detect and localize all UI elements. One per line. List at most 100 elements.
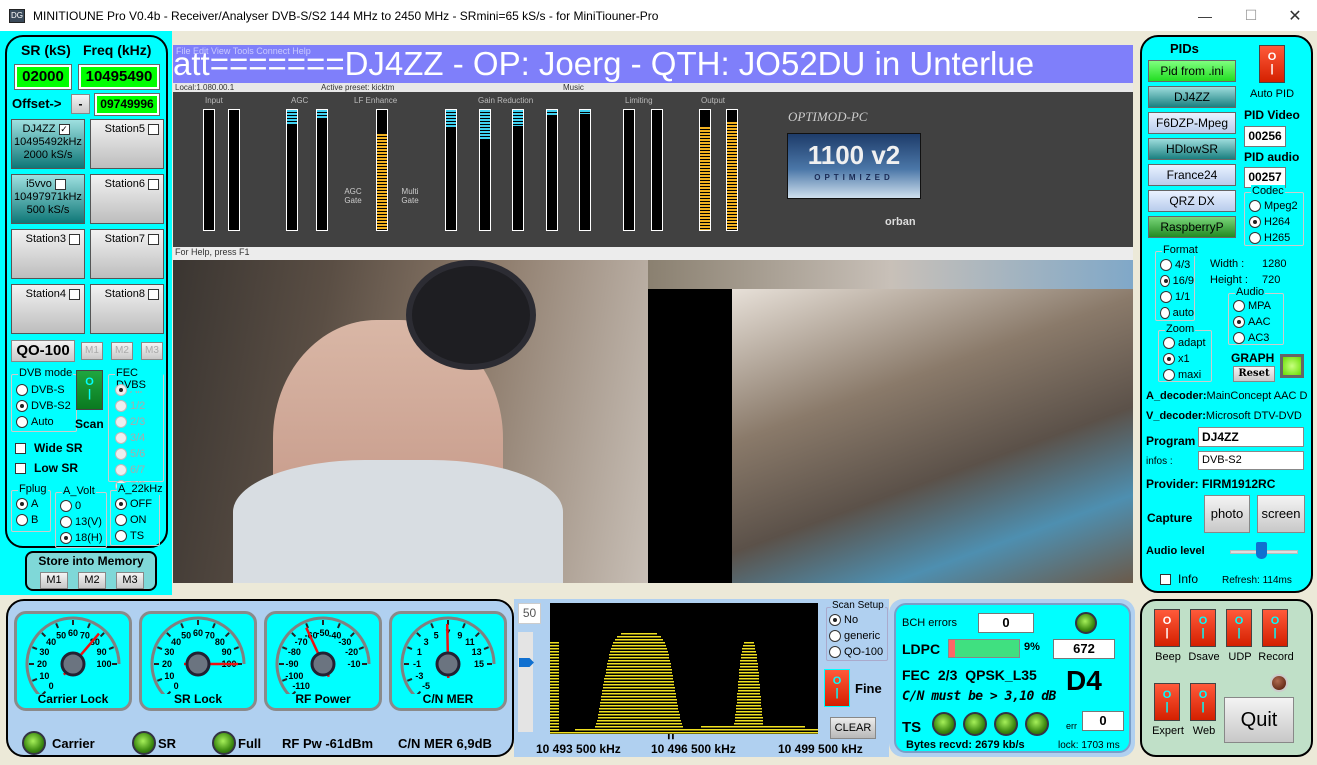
mem-button-1[interactable]: M1 bbox=[81, 342, 103, 360]
fecopts-option-2[interactable]: 2/3 bbox=[115, 414, 163, 430]
graph-led[interactable] bbox=[1280, 354, 1304, 378]
station-checkbox[interactable] bbox=[148, 233, 159, 245]
store-m3-button[interactable]: M3 bbox=[116, 572, 144, 589]
station-checkbox[interactable] bbox=[148, 288, 159, 300]
screen-button[interactable]: screen bbox=[1257, 495, 1305, 533]
freq-input[interactable]: 10495490 bbox=[78, 64, 160, 90]
toggle-beep[interactable]: O | bbox=[1154, 609, 1180, 647]
photo-button[interactable]: photo bbox=[1204, 495, 1250, 533]
station-button-3[interactable]: Station3 bbox=[11, 229, 85, 279]
qo100-button[interactable]: QO-100 bbox=[11, 340, 75, 362]
dvbmode-option-2[interactable]: Auto bbox=[16, 414, 76, 430]
fecopts-option-1[interactable]: 1/2 bbox=[115, 398, 163, 414]
info-checkbox[interactable]: Info bbox=[1160, 572, 1198, 586]
scansetup-option-1[interactable]: generic bbox=[829, 628, 887, 644]
radio-icon bbox=[16, 498, 28, 510]
audio-level-thumb[interactable] bbox=[1255, 542, 1267, 559]
codec-option-2[interactable]: H265 bbox=[1249, 230, 1303, 246]
zoomopt-option-2[interactable]: maxi bbox=[1163, 367, 1211, 383]
store-m1-button[interactable]: M1 bbox=[40, 572, 68, 589]
station-checkbox[interactable]: ✓ bbox=[58, 123, 70, 135]
a22-option-2[interactable]: TS bbox=[115, 528, 159, 544]
toggle-udp[interactable]: O | bbox=[1226, 609, 1252, 647]
avolt-option-0[interactable]: 0 bbox=[60, 498, 106, 514]
scansetup-option-2[interactable]: QO-100 bbox=[829, 644, 887, 660]
spectrum-display[interactable] bbox=[550, 603, 818, 734]
scansetup-option-0[interactable]: No bbox=[829, 612, 887, 628]
dvbmode-option-0[interactable]: DVB-S bbox=[16, 382, 76, 398]
audiocodec-option-1[interactable]: AAC bbox=[1233, 314, 1283, 330]
auto-pid-toggle[interactable]: O | bbox=[1259, 45, 1285, 83]
fecopts-option-3[interactable]: 3/4 bbox=[115, 430, 163, 446]
scan-toggle[interactable]: O | bbox=[76, 370, 103, 410]
program-field[interactable]: DJ4ZZ bbox=[1198, 427, 1304, 447]
toggle-web[interactable]: O | bbox=[1190, 683, 1216, 721]
pid-video-input[interactable]: 00256 bbox=[1244, 126, 1286, 147]
gauge-tick bbox=[224, 632, 230, 638]
close-button[interactable]: ✕ bbox=[1272, 0, 1317, 31]
low-sr-checkbox[interactable]: Low SR bbox=[15, 461, 78, 475]
maximize-button[interactable]: ☐ bbox=[1228, 0, 1274, 31]
pid-preset-button[interactable]: DJ4ZZ bbox=[1148, 86, 1236, 108]
fecopts-option-4[interactable]: 5/6 bbox=[115, 446, 163, 462]
station-checkbox[interactable] bbox=[69, 288, 80, 300]
station-checkbox[interactable] bbox=[54, 178, 66, 190]
quit-button[interactable]: Quit bbox=[1224, 697, 1294, 743]
mem-button-3[interactable]: M3 bbox=[141, 342, 163, 360]
station-button-2[interactable]: i5vvo 10497971kHz 500 kS/s bbox=[11, 174, 85, 224]
level-meter bbox=[651, 109, 663, 231]
pid-preset-button[interactable]: QRZ DX bbox=[1148, 190, 1236, 212]
toggle-record[interactable]: O | bbox=[1262, 609, 1288, 647]
wide-sr-checkbox[interactable]: Wide SR bbox=[15, 441, 83, 455]
pid-preset-button[interactable]: RaspberryP bbox=[1148, 216, 1236, 238]
pid-preset-button[interactable]: HDlowSR bbox=[1148, 138, 1236, 160]
sr-input[interactable]: 02000 bbox=[14, 64, 72, 90]
audiocodec-option-2[interactable]: AC3 bbox=[1233, 330, 1283, 346]
spectrum-line bbox=[701, 726, 805, 728]
pid-preset-button[interactable]: France24 bbox=[1148, 164, 1236, 186]
avolt-option-2[interactable]: 18(H) bbox=[60, 530, 106, 546]
station-checkbox[interactable] bbox=[69, 233, 80, 245]
station-button-1[interactable]: DJ4ZZ ✓ 10495492kHz 2000 kS/s bbox=[11, 119, 85, 169]
station-button-6[interactable]: Station6 bbox=[90, 174, 164, 224]
reset-button[interactable]: Reset bbox=[1233, 366, 1275, 382]
station-button-7[interactable]: Station7 bbox=[90, 229, 164, 279]
format-option-0[interactable]: 4/3 bbox=[1160, 257, 1194, 273]
mem-button-2[interactable]: M2 bbox=[111, 342, 133, 360]
toggle-expert[interactable]: O | bbox=[1154, 683, 1180, 721]
a22-option-0[interactable]: OFF bbox=[115, 496, 159, 512]
format-option-3[interactable]: auto bbox=[1160, 305, 1194, 321]
offset-input[interactable]: 09749996 bbox=[94, 93, 160, 116]
station-button-4[interactable]: Station4 bbox=[11, 284, 85, 334]
zoomopt-option-1[interactable]: x1 bbox=[1163, 351, 1211, 367]
store-m2-button[interactable]: M2 bbox=[78, 572, 106, 589]
pid-preset-button[interactable]: Pid from .ini bbox=[1148, 60, 1236, 82]
fplug-option-0[interactable]: A bbox=[16, 496, 50, 512]
gain-input[interactable]: 50 bbox=[518, 603, 541, 624]
pid-preset-button[interactable]: F6DZP-Mpeg bbox=[1148, 112, 1236, 134]
format-option-1[interactable]: 16/9 bbox=[1160, 273, 1194, 289]
codec-option-1[interactable]: H264 bbox=[1249, 214, 1303, 230]
station-button-5[interactable]: Station5 bbox=[90, 119, 164, 169]
fecopts-option-5[interactable]: 6/7 bbox=[115, 462, 163, 478]
codec-option-0[interactable]: Mpeg2 bbox=[1249, 198, 1303, 214]
format-option-2[interactable]: 1/1 bbox=[1160, 289, 1194, 305]
avolt-option-1[interactable]: 13(V) bbox=[60, 514, 106, 530]
infos-field[interactable]: DVB-S2 bbox=[1198, 451, 1304, 470]
toggle-dsave[interactable]: O | bbox=[1190, 609, 1216, 647]
fplug-option-1[interactable]: B bbox=[16, 512, 50, 528]
station-checkbox[interactable] bbox=[148, 123, 159, 135]
clear-button[interactable]: CLEAR bbox=[830, 717, 876, 739]
a22-option-1[interactable]: ON bbox=[115, 512, 159, 528]
spectrum-line bbox=[550, 675, 559, 677]
gain-slider[interactable] bbox=[518, 632, 533, 732]
offset-sign-button[interactable]: - bbox=[71, 94, 90, 114]
minimize-button[interactable]: — bbox=[1182, 0, 1228, 31]
station-button-8[interactable]: Station8 bbox=[90, 284, 164, 334]
spectrum-line bbox=[550, 657, 559, 659]
station-checkbox[interactable] bbox=[148, 178, 159, 190]
audiocodec-option-0[interactable]: MPA bbox=[1233, 298, 1283, 314]
zoomopt-option-0[interactable]: adapt bbox=[1163, 335, 1211, 351]
fine-toggle[interactable]: O | bbox=[824, 669, 850, 707]
dvbmode-option-1[interactable]: DVB-S2 bbox=[16, 398, 76, 414]
